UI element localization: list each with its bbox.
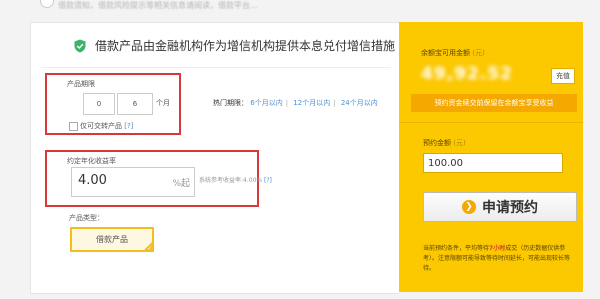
page-margin [583, 0, 600, 299]
rate-unit: %起 [172, 179, 190, 189]
divider [41, 67, 391, 68]
filter-card: 借款产品由金融机构作为增信机构提供本息兑付增信措施 产品期限 0 - 6 个月 … [30, 22, 399, 294]
reserve-sidebar: 余额宝可用金额 (元) 49,92.52 充值 预约资金续交前保留在余额宝享受收… [399, 22, 583, 292]
avatar [40, 0, 54, 8]
product-type-label: 产品类型： [69, 214, 104, 222]
divider [399, 122, 583, 123]
amount-label: 预约金额 (元) [423, 139, 466, 147]
rate-label: 约定年化收益率 [67, 157, 116, 165]
hot-terms-label: 热门期限： [213, 99, 248, 107]
product-type-option-selected[interactable]: 借款产品 ✓ [70, 227, 154, 252]
rate-hint: 系统参考收益率:4.00% [?] [199, 177, 272, 184]
balance-value: 49,92.52 [421, 64, 513, 84]
product-type-text: 借款产品 [96, 235, 128, 244]
shield-check-icon [74, 39, 86, 52]
headline-text: 借款产品由金融机构作为增信机构提供本息兑付增信措施 [95, 39, 396, 53]
term-label: 产品期限 [67, 80, 95, 88]
rate-value: 4.00 [78, 173, 107, 188]
notice-text: 借款须知，借款风险提示等相关信息请阅读，借款平台... [58, 1, 258, 10]
only-transferable-label[interactable]: 仅可交转产品 [?] [80, 121, 133, 131]
only-transferable-checkbox[interactable] [69, 122, 78, 131]
reserve-terms: 当前预约条件，平均等待7小时成交（历史数据仅供参考）。注意限额可能导致等待时间延… [423, 245, 571, 272]
hot-term-link-12[interactable]: 12个月以内 [293, 99, 330, 107]
rate-input[interactable]: 4.00 %起 [71, 167, 195, 197]
recharge-button[interactable]: 充值 [551, 68, 575, 84]
hot-terms: 热门期限： 6个月以内 | 12个月以内 | 24个月以内 [213, 99, 378, 107]
term-from-input[interactable]: 0 [83, 93, 115, 115]
term-to-input[interactable]: 6 [117, 93, 153, 115]
help-link[interactable]: [?] [264, 177, 272, 184]
check-icon: ✓ [146, 245, 152, 252]
term-unit: 个月 [156, 99, 170, 107]
apply-reserve-button[interactable]: ❯ 申请预约 [423, 192, 577, 222]
page-headline: 借款产品由金融机构作为增信机构提供本息兑付增信措施 [73, 37, 395, 54]
hot-term-link-6[interactable]: 6个月以内 [250, 99, 282, 107]
help-link[interactable]: [?] [124, 122, 133, 130]
arrow-right-icon: ❯ [462, 200, 476, 214]
top-bar: 借款须知，借款风险提示等相关信息请阅读，借款平台... [0, 0, 600, 18]
amount-input[interactable]: 100.00 [423, 153, 563, 173]
balance-label: 余额宝可用金额 (元) [421, 49, 485, 57]
apply-label: 申请预约 [482, 200, 538, 216]
notice-banner: 预约资金续交前保留在余额宝享受收益 [411, 94, 577, 112]
hot-term-link-24[interactable]: 24个月以内 [341, 99, 378, 107]
